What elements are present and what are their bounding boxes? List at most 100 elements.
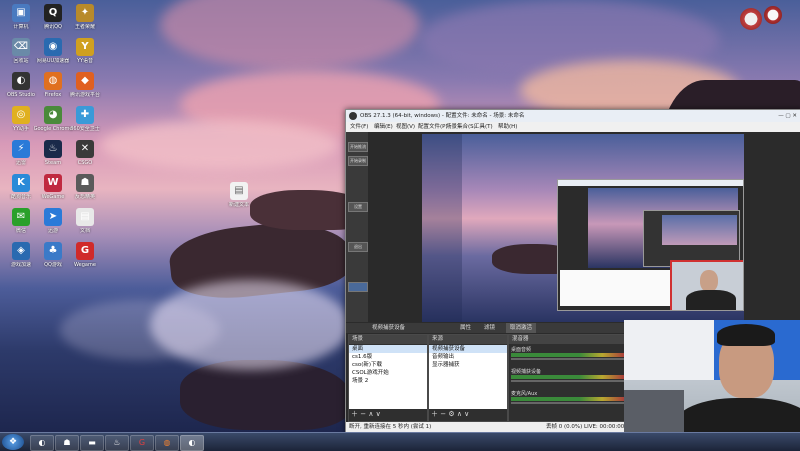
obs-title-bar: OBS 27.1.3 (64-bit, windows) - 配置文件: 未命名… [346,110,800,122]
obs-icon: ◐ [12,72,30,90]
scene-item[interactable]: cs1.6版 [349,353,427,361]
scene-item[interactable]: 场景 2 [349,377,427,385]
nested-deep-screen [662,215,737,245]
mixer-dock: 混音器 桌面音频视频捕获设备麦克风/Aux [508,334,628,422]
chrome-icon: ◕ [44,106,62,124]
taskbar-folder-icon[interactable]: ▬ [80,435,104,451]
booster-icon: ◈ [12,242,30,260]
menu-item[interactable]: 文件(F) [350,122,368,132]
start-stream-button[interactable]: 开始推流 [348,142,368,152]
studio-mode-button[interactable] [348,282,368,292]
start-button[interactable]: ❖ [2,434,24,450]
taskbar-obs-icon[interactable]: ◐ [180,435,204,451]
360-icon: ✚ [76,106,94,124]
obs-preview[interactable] [422,134,744,322]
filters-button[interactable]: 滤镜 [484,323,495,333]
face [700,270,718,292]
preview-icons [422,134,462,322]
kugou-icon: K [12,174,30,192]
source-item[interactable]: 视频捕获设备 [429,345,507,353]
desktop-icon[interactable]: G Wegame [68,240,102,276]
desktop-icon[interactable]: Y YY语音 [68,36,102,72]
steam-icon: ♨ [44,140,62,158]
source-item[interactable]: 音频输出 [429,353,507,361]
scene-item[interactable]: cso(新)下载 [349,361,427,369]
clock-icon[interactable] [740,8,762,30]
volume-slider[interactable] [511,380,625,382]
game-icon: ✦ [76,4,94,22]
yy-assistant-icon: ◎ [12,106,30,124]
desktop-icon[interactable]: ◆ 腾讯游戏平台 [68,70,102,106]
firefox-icon: ◍ [44,72,62,90]
text-file-icon: ▤ [230,182,248,200]
gadget-icon[interactable] [764,6,782,24]
scene-controls[interactable]: ＋ − ∧ ∨ [351,409,381,419]
desktop-icon[interactable]: ☗ 反恐精英 [68,172,102,208]
wegame-icon: W [44,174,62,192]
desktop-file-label: 新建文本 [228,202,249,208]
cs-icon: ☗ [76,174,94,192]
csgo-icon: ✕ [76,140,94,158]
deactivate-button[interactable]: 取消激活 [506,323,537,333]
desktop-icon[interactable]: ✦ 王者荣耀 [68,2,102,38]
taskbar-steam-icon[interactable]: ♨ [105,435,129,451]
mixer-row: 桌面音频 [511,346,625,364]
menu-item[interactable]: 场景集合(S) [446,122,476,132]
desktop-icon[interactable]: ✚ 360安全卫士 [68,104,102,140]
wechat-icon: ✉ [12,208,30,226]
cloud [100,120,340,170]
menu-item[interactable]: 编辑(E) [374,122,393,132]
webcam-overlay [624,320,800,450]
desktop-icon-label: Wegame [74,262,96,268]
taskbar-g-icon[interactable]: G [130,435,154,451]
obs-menu-bar: 文件(F) 编辑(E) 视图(V) 配置文件(P) 场景集合(S) 工具(T) 帮助(H) [346,122,800,132]
uu-accelerator-icon: ◉ [44,38,62,56]
scenes-dock: 场景 桌面 cs1.6版 cso(新)下载 CSOL游戏开始 场景 2 ＋ − ∧ ∨ [348,334,428,422]
menu-item[interactable]: 帮助(H) [498,122,517,132]
sources-dock: 来源 视频捕获设备 音频输出 显示器捕获 ＋ − ⚙ ∧ ∨ [428,334,508,422]
qq-icon: Q [44,4,62,22]
scenes-title: 场景 [349,335,427,344]
scene-list: 桌面 cs1.6版 cso(新)下载 CSOL游戏开始 场景 2 [349,345,427,409]
status-left: 断开, 重新连接在 5 秒内 (尝试 1) [349,424,432,430]
menu-item[interactable]: 配置文件(P) [418,122,448,132]
taskbar-firefox-icon[interactable]: ◍ [155,435,179,451]
g-icon: G [76,242,94,260]
taskbar-cs-icon[interactable]: ☗ [55,435,79,451]
obs-side-panel: 开始推流 开始录制 设置 退出 [346,132,368,322]
scene-item[interactable]: CSOL游戏开始 [349,369,427,377]
mixer-row: 麦克风/Aux [511,390,625,408]
source-list: 视频捕获设备 音频输出 显示器捕获 [429,345,507,409]
thunder-icon: ⚡ [12,140,30,158]
properties-button[interactable]: 属性 [460,323,471,333]
volume-slider[interactable] [511,402,625,404]
source-name: 视频捕获设备 [372,325,406,331]
mixer-title: 混音器 [509,335,627,344]
source-controls[interactable]: ＋ − ⚙ ∧ ∨ [431,409,469,419]
source-item[interactable]: 显示器捕获 [429,361,507,369]
obs-logo-icon [349,112,357,120]
settings-button[interactable]: 设置 [348,202,368,212]
rock [180,360,350,430]
window-controls[interactable]: — ▢ ✕ [778,110,797,122]
desktop-icon[interactable]: ▤ 文档 [68,206,102,242]
volume-meter [511,375,625,379]
nested-deep [643,210,740,267]
scene-item[interactable]: 桌面 [349,345,427,353]
hair [717,324,775,346]
mixer-channel-name: 桌面音频 [511,347,532,353]
yy-icon: Y [76,38,94,56]
menu-item[interactable]: 视图(V) [396,122,415,132]
start-record-button[interactable]: 开始录制 [348,156,368,166]
surf [60,300,220,360]
nested-screen [588,188,740,268]
mixer-row: 视频捕获设备 [511,368,625,386]
desktop-icon[interactable]: ✕ CSGO [68,138,102,174]
exit-button[interactable]: 退出 [348,242,368,252]
taskbar-ie-icon[interactable]: ◐ [30,435,54,451]
menu-item[interactable]: 工具(T) [474,122,493,132]
mixer-channel-name: 视频捕获设备 [511,369,542,375]
obs-window-title: OBS 27.1.3 (64-bit, windows) - 配置文件: 未命名… [360,113,525,119]
desktop-file[interactable]: ▤ 新建文本 [222,180,256,216]
volume-slider[interactable] [511,358,625,360]
